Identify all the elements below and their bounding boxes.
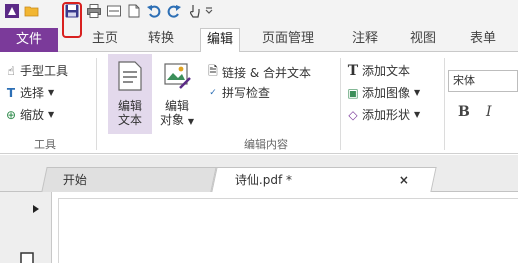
image-icon: ▣ [347,85,359,100]
hand-icon: ☝ [7,63,15,78]
italic-button[interactable]: I [486,104,492,120]
zoom-tool-button[interactable]: ⊕ 缩放 ▼ [4,106,54,123]
ribbon-panel: ☝ 手型工具 T 选择 ▼ ⊕ 缩放 ▼ 工具 编辑 文本 编辑 对象 ▼ 🗎 … [0,52,518,154]
add-text-button[interactable]: T 添加文本 [346,62,410,79]
undo-icon[interactable] [146,3,162,19]
text-icon: T [347,62,359,79]
spell-check-button[interactable]: ✓ 拼写检查 [206,84,270,101]
divider [96,58,97,150]
zoom-icon: ⊕ [5,107,17,122]
edit-object-label-1: 编辑 [164,99,189,113]
tab-edit[interactable]: 编辑 [200,28,241,53]
edit-content-group-label: 编辑内容 [244,138,288,151]
app-logo-icon[interactable] [4,3,20,19]
tab-file[interactable]: 文件 [0,28,58,52]
edit-object-icon [164,63,191,89]
bold-button[interactable]: B [458,104,470,120]
chevron-down-icon: ▼ [414,88,421,97]
edit-text-icon [118,61,142,91]
quick-access-toolbar [0,0,518,38]
left-nav-pane [0,192,52,263]
tab-document[interactable]: 诗仙.pdf * × [211,167,437,192]
add-image-button[interactable]: ▣ 添加图像 ▼ [346,84,420,101]
open-folder-icon[interactable] [24,3,40,19]
select-text-icon: T [6,85,16,100]
select-tool-button[interactable]: T 选择 ▼ [4,84,54,101]
tab-start-label: 开始 [62,173,87,187]
close-icon[interactable]: × [399,168,409,192]
edit-text-label-2: 文本 [117,113,142,127]
add-image-label: 添加图像 [362,86,411,100]
tab-convert[interactable]: 转换 [148,28,174,50]
print-icon[interactable] [86,3,102,19]
add-text-label: 添加文本 [362,64,411,78]
edit-object-label-2: 对象 ▼ [160,113,194,127]
chevron-down-icon: ▼ [48,88,55,97]
scan-icon[interactable] [106,3,122,19]
edit-text-button[interactable]: 编辑 文本 [110,60,150,127]
new-icon[interactable] [126,3,142,19]
hand-tool-button[interactable]: ☝ 手型工具 [4,62,68,79]
redo-icon[interactable] [166,3,182,19]
hand-pointer-icon[interactable] [186,3,202,19]
link-merge-label: 链接 & 合并文本 [222,66,311,80]
spell-check-icon: ✓ [209,87,217,98]
link-icon: 🗎 [208,64,218,78]
tab-form[interactable]: 表单 [470,28,496,50]
tab-comment[interactable]: 注释 [352,28,378,50]
chevron-down-icon: ▼ [48,110,55,119]
customize-icon[interactable] [204,3,214,19]
link-merge-text-button[interactable]: 🗎 链接 & 合并文本 [206,62,311,83]
font-name-select[interactable]: 宋体 [448,70,518,92]
chevron-down-icon: ▼ [187,117,194,126]
tab-start[interactable]: 开始 [41,167,217,192]
document-tab-strip: 开始 诗仙.pdf * × [0,155,518,192]
spell-check-label: 拼写检查 [222,86,271,100]
tab-home[interactable]: 主页 [92,28,118,50]
edit-object-button[interactable]: 编辑 对象 ▼ [156,60,198,129]
tab-document-label: 诗仙.pdf * [234,173,292,187]
zoom-tool-label: 缩放 [20,108,45,122]
divider [340,58,341,150]
page-thumbnail-icon[interactable] [20,252,34,263]
expand-arrow-icon[interactable] [32,204,40,214]
chevron-down-icon: ▼ [414,110,421,119]
tab-view[interactable]: 视图 [410,28,436,50]
shape-icon: ◇ [348,107,358,122]
save-highlight-box [62,2,82,38]
page-edge [58,198,518,263]
tab-page-manage[interactable]: 页面管理 [262,28,314,50]
edit-text-label-1: 编辑 [117,99,142,113]
add-shape-label: 添加形状 [362,108,411,122]
hand-tool-label: 手型工具 [20,64,69,78]
select-tool-label: 选择 [20,86,45,100]
add-shape-button[interactable]: ◇ 添加形状 ▼ [346,106,420,123]
tools-group-label: 工具 [34,138,56,151]
divider [444,58,445,150]
